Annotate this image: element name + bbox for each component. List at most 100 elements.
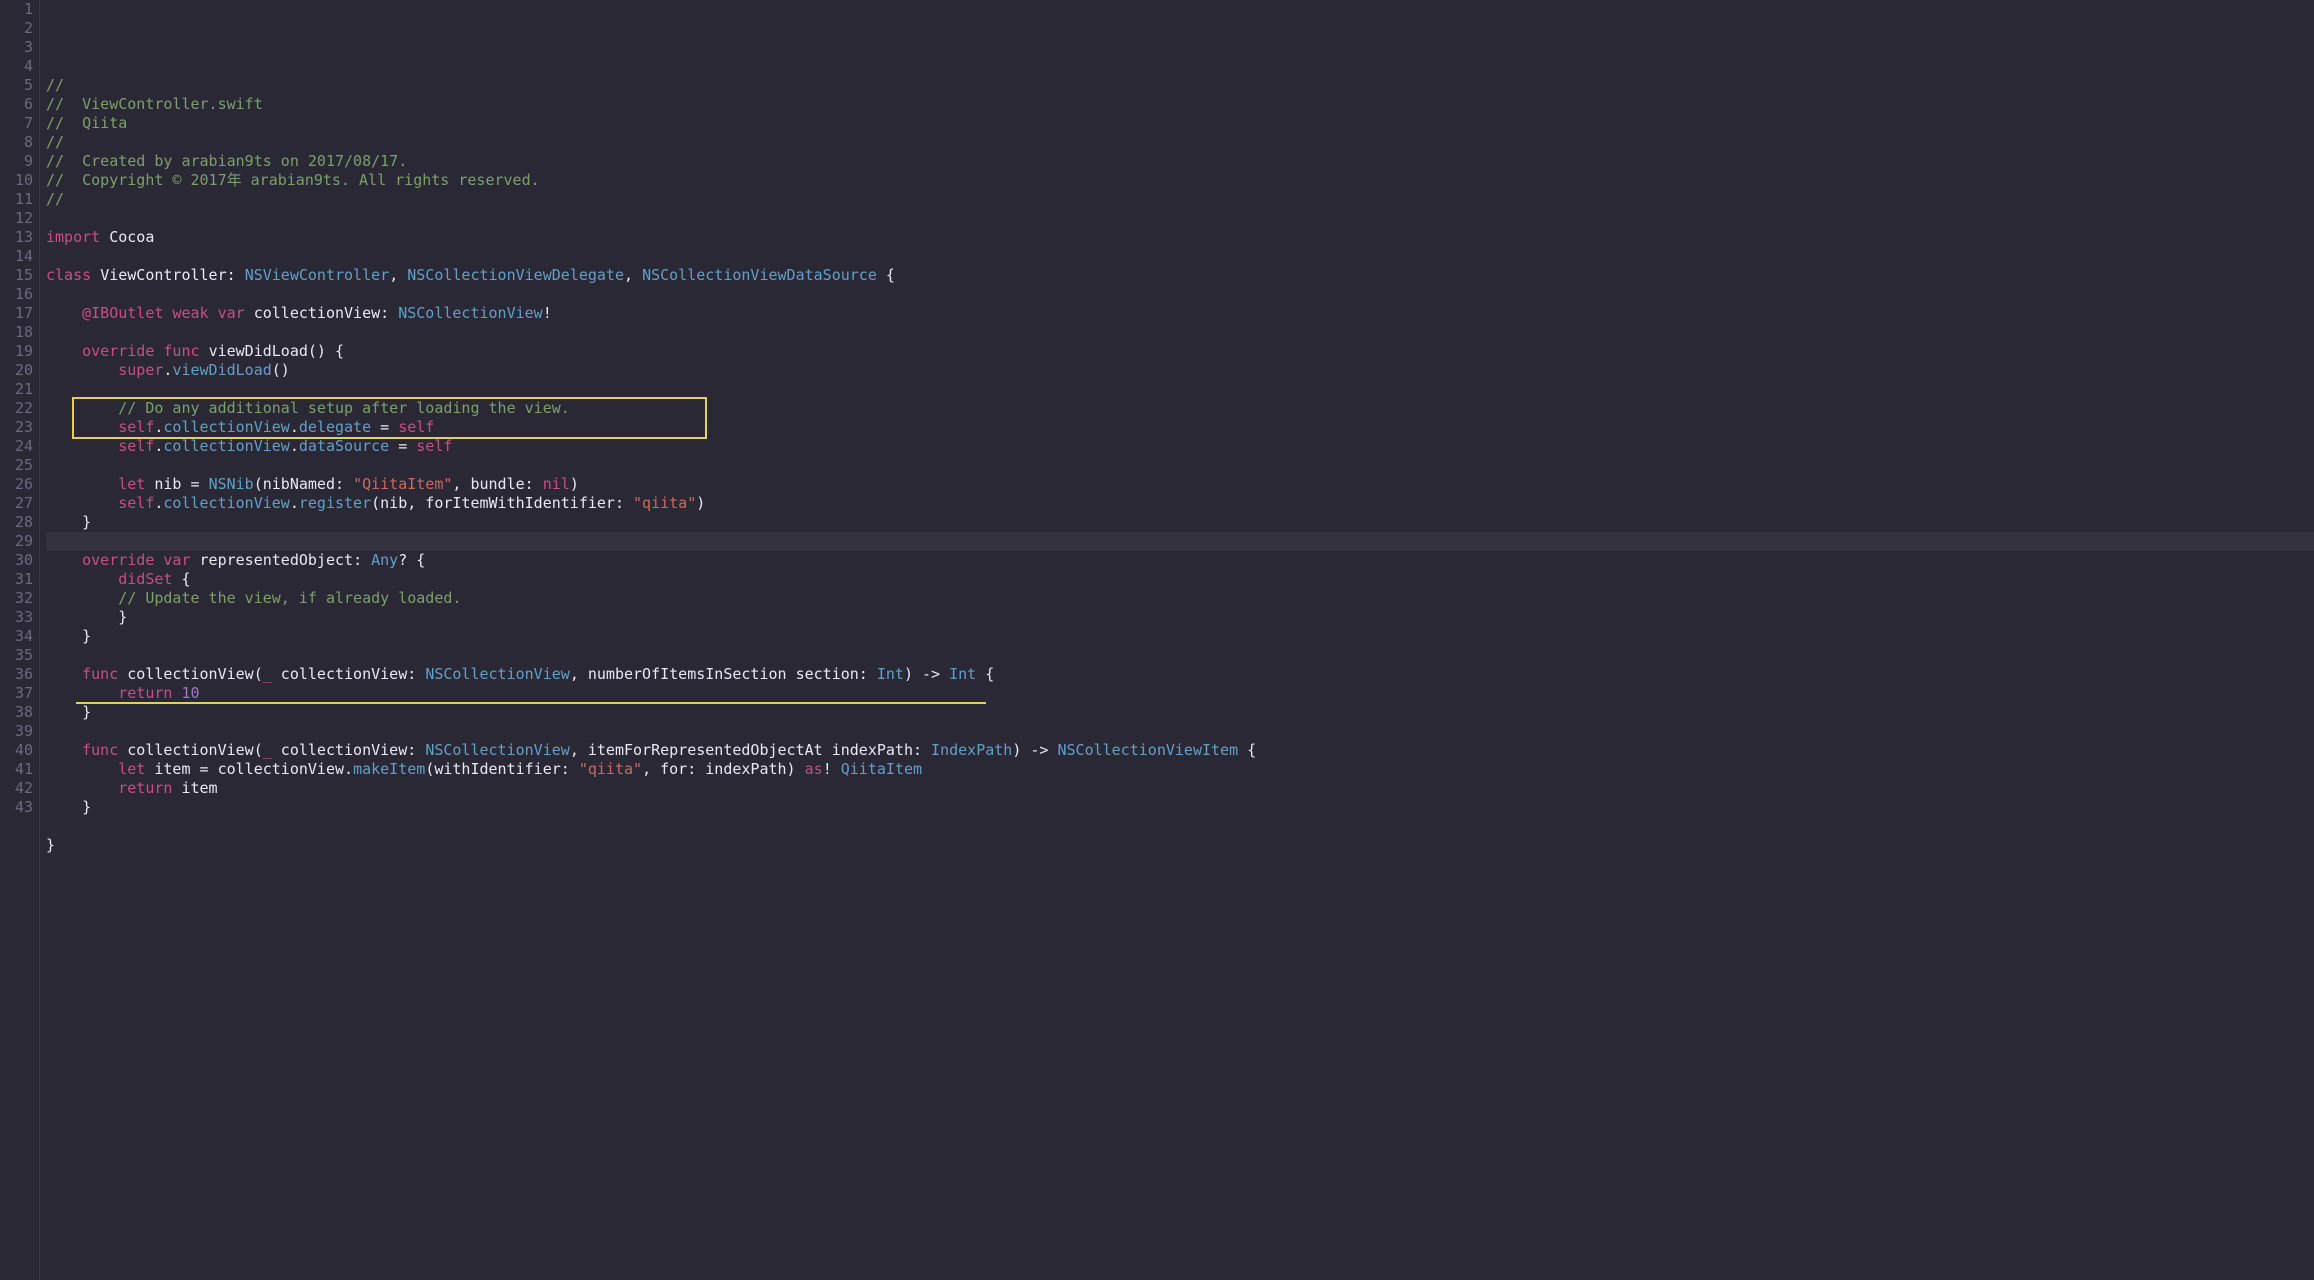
code-line[interactable]: } bbox=[46, 608, 2314, 627]
code-line[interactable]: // Update the view, if already loaded. bbox=[46, 589, 2314, 608]
code-line[interactable]: super.viewDidLoad() bbox=[46, 361, 2314, 380]
line-number[interactable]: 12 bbox=[0, 209, 33, 228]
code-token: , bbox=[389, 266, 407, 284]
line-number[interactable]: 10 bbox=[0, 171, 33, 190]
line-number[interactable]: 43 bbox=[0, 798, 33, 817]
line-number[interactable]: 2 bbox=[0, 19, 33, 38]
line-number[interactable]: 30 bbox=[0, 551, 33, 570]
code-area[interactable]: //// ViewController.swift// Qiita//// Cr… bbox=[40, 0, 2314, 1280]
line-number[interactable]: 40 bbox=[0, 741, 33, 760]
line-number[interactable]: 9 bbox=[0, 152, 33, 171]
code-line[interactable]: } bbox=[46, 798, 2314, 817]
line-number[interactable]: 23 bbox=[0, 418, 33, 437]
line-number[interactable]: 36 bbox=[0, 665, 33, 684]
code-token: Int bbox=[877, 665, 904, 683]
code-token: ? { bbox=[398, 551, 425, 569]
code-line[interactable]: // bbox=[46, 76, 2314, 95]
code-line[interactable]: // bbox=[46, 133, 2314, 152]
line-number[interactable]: 6 bbox=[0, 95, 33, 114]
line-number[interactable]: 17 bbox=[0, 304, 33, 323]
line-number[interactable]: 15 bbox=[0, 266, 33, 285]
code-line[interactable]: @IBOutlet weak var collectionView: NSCol… bbox=[46, 304, 2314, 323]
code-line[interactable]: return 10 bbox=[46, 684, 2314, 703]
line-number[interactable]: 34 bbox=[0, 627, 33, 646]
code-line[interactable]: // bbox=[46, 190, 2314, 209]
line-number[interactable]: 14 bbox=[0, 247, 33, 266]
code-line[interactable] bbox=[46, 722, 2314, 741]
code-line[interactable]: self.collectionView.dataSource = self bbox=[46, 437, 2314, 456]
line-number[interactable]: 8 bbox=[0, 133, 33, 152]
code-line[interactable]: // ViewController.swift bbox=[46, 95, 2314, 114]
code-line[interactable]: } bbox=[46, 836, 2314, 855]
line-number[interactable]: 25 bbox=[0, 456, 33, 475]
code-token: viewDidLoad bbox=[172, 361, 271, 379]
line-number[interactable]: 21 bbox=[0, 380, 33, 399]
line-number[interactable]: 3 bbox=[0, 38, 33, 57]
line-number[interactable]: 24 bbox=[0, 437, 33, 456]
code-line[interactable] bbox=[46, 855, 2314, 874]
line-number[interactable]: 13 bbox=[0, 228, 33, 247]
code-token: : bbox=[380, 304, 398, 322]
line-number[interactable]: 39 bbox=[0, 722, 33, 741]
line-number[interactable]: 20 bbox=[0, 361, 33, 380]
code-line[interactable]: override var representedObject: Any? { bbox=[46, 551, 2314, 570]
line-number[interactable]: 19 bbox=[0, 342, 33, 361]
code-line[interactable]: return item bbox=[46, 779, 2314, 798]
line-number[interactable]: 27 bbox=[0, 494, 33, 513]
code-line[interactable] bbox=[46, 323, 2314, 342]
line-number[interactable]: 11 bbox=[0, 190, 33, 209]
code-line[interactable] bbox=[46, 817, 2314, 836]
code-line[interactable]: self.collectionView.delegate = self bbox=[46, 418, 2314, 437]
line-number-gutter[interactable]: 1234567891011121314151617181920212223242… bbox=[0, 0, 40, 1280]
code-line[interactable] bbox=[46, 532, 2314, 551]
code-line[interactable]: // Copyright © 2017年 arabian9ts. All rig… bbox=[46, 171, 2314, 190]
code-token: . bbox=[290, 494, 299, 512]
code-line[interactable]: } bbox=[46, 627, 2314, 646]
code-line[interactable]: // Do any additional setup after loading… bbox=[46, 399, 2314, 418]
code-line[interactable]: let nib = NSNib(nibNamed: "QiitaItem", b… bbox=[46, 475, 2314, 494]
line-number[interactable]: 33 bbox=[0, 608, 33, 627]
code-line[interactable] bbox=[46, 646, 2314, 665]
line-number[interactable]: 28 bbox=[0, 513, 33, 532]
code-token: Cocoa bbox=[109, 228, 154, 246]
code-token: (withIdentifier: bbox=[425, 760, 579, 778]
code-line[interactable] bbox=[46, 285, 2314, 304]
code-line[interactable] bbox=[46, 380, 2314, 399]
code-line[interactable]: let item = collectionView.makeItem(withI… bbox=[46, 760, 2314, 779]
line-number[interactable]: 1 bbox=[0, 0, 33, 19]
line-number[interactable]: 35 bbox=[0, 646, 33, 665]
code-line[interactable]: func collectionView(_ collectionView: NS… bbox=[46, 665, 2314, 684]
line-number[interactable]: 26 bbox=[0, 475, 33, 494]
code-token: @IBOutlet bbox=[82, 304, 163, 322]
code-line[interactable]: // Created by arabian9ts on 2017/08/17. bbox=[46, 152, 2314, 171]
line-number[interactable]: 4 bbox=[0, 57, 33, 76]
code-line[interactable]: override func viewDidLoad() { bbox=[46, 342, 2314, 361]
code-line[interactable]: } bbox=[46, 513, 2314, 532]
code-line[interactable]: didSet { bbox=[46, 570, 2314, 589]
code-line[interactable]: self.collectionView.register(nib, forIte… bbox=[46, 494, 2314, 513]
line-number[interactable]: 18 bbox=[0, 323, 33, 342]
code-token: collectionView: bbox=[272, 741, 426, 759]
line-number[interactable]: 38 bbox=[0, 703, 33, 722]
line-number[interactable]: 32 bbox=[0, 589, 33, 608]
code-editor[interactable]: 1234567891011121314151617181920212223242… bbox=[0, 0, 2314, 1280]
line-number[interactable]: 16 bbox=[0, 285, 33, 304]
line-number[interactable]: 7 bbox=[0, 114, 33, 133]
code-line[interactable]: } bbox=[46, 703, 2314, 722]
code-token bbox=[46, 665, 82, 683]
line-number[interactable]: 29 bbox=[0, 532, 33, 551]
line-number[interactable]: 41 bbox=[0, 760, 33, 779]
code-line[interactable] bbox=[46, 456, 2314, 475]
code-line[interactable] bbox=[46, 874, 2314, 893]
code-line[interactable] bbox=[46, 209, 2314, 228]
line-number[interactable]: 5 bbox=[0, 76, 33, 95]
line-number[interactable]: 22 bbox=[0, 399, 33, 418]
code-line[interactable]: class ViewController: NSViewController, … bbox=[46, 266, 2314, 285]
line-number[interactable]: 31 bbox=[0, 570, 33, 589]
line-number[interactable]: 42 bbox=[0, 779, 33, 798]
code-line[interactable]: // Qiita bbox=[46, 114, 2314, 133]
code-line[interactable]: func collectionView(_ collectionView: NS… bbox=[46, 741, 2314, 760]
code-line[interactable]: import Cocoa bbox=[46, 228, 2314, 247]
line-number[interactable]: 37 bbox=[0, 684, 33, 703]
code-line[interactable] bbox=[46, 247, 2314, 266]
